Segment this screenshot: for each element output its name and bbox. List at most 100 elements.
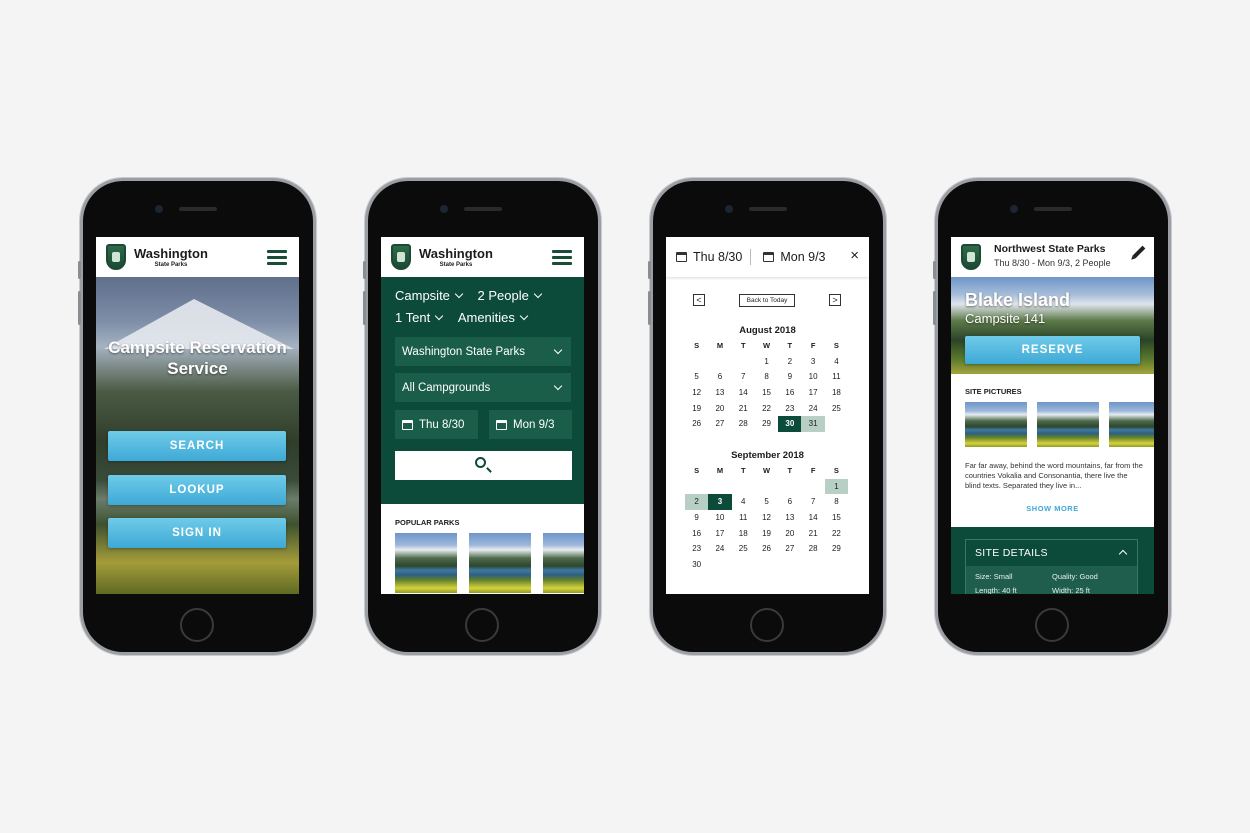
campground-select[interactable]: All Campgrounds xyxy=(395,373,571,402)
site-type-dropdown[interactable]: Campsite xyxy=(395,288,464,303)
site-details-accordion[interactable]: SITE DETAILS Size: Small Quality: Good L… xyxy=(965,539,1138,594)
calendar-day[interactable]: 22 xyxy=(755,400,778,416)
search-submit-button[interactable] xyxy=(395,451,572,480)
calendar-day[interactable]: 21 xyxy=(801,525,824,541)
calendar-day[interactable]: 10 xyxy=(801,369,824,385)
calendar-day[interactable]: 7 xyxy=(732,369,755,385)
calendar-day[interactable]: 16 xyxy=(778,385,801,401)
calendar-day[interactable]: 6 xyxy=(708,369,731,385)
calendar-day[interactable]: 14 xyxy=(801,510,824,526)
calendar-day[interactable]: 8 xyxy=(755,369,778,385)
popular-park-thumbnail[interactable] xyxy=(469,533,531,593)
calendar-day[interactable]: 19 xyxy=(755,525,778,541)
calendar-day[interactable]: 31 xyxy=(801,415,825,432)
brand-title: Washington xyxy=(419,245,493,261)
site-details-title: SITE DETAILS xyxy=(975,547,1048,559)
calendar-day[interactable]: 1 xyxy=(824,478,849,495)
calendar-day[interactable]: 17 xyxy=(801,385,824,401)
calendar-day[interactable]: 3 xyxy=(708,494,732,510)
calendar-day[interactable]: 27 xyxy=(778,541,801,557)
calendar-day[interactable]: 27 xyxy=(708,416,731,432)
calendar-day[interactable]: 3 xyxy=(801,354,824,370)
sign-in-button[interactable]: SIGN IN xyxy=(108,518,286,548)
check-out-field[interactable]: Mon 9/3 xyxy=(489,410,572,439)
calendar-day[interactable]: 5 xyxy=(755,494,778,510)
mute-switch xyxy=(363,261,366,279)
calendar-day[interactable]: 4 xyxy=(825,354,848,370)
calendar-day[interactable]: 18 xyxy=(825,385,848,401)
calendar-empty-cell xyxy=(685,479,708,495)
reserve-button[interactable]: RESERVE xyxy=(965,336,1140,364)
check-in-field[interactable]: Thu 8/30 xyxy=(395,410,478,439)
calendar-day[interactable]: 26 xyxy=(685,416,708,432)
search-button[interactable]: SEARCH xyxy=(108,431,286,461)
people-dropdown[interactable]: 2 People xyxy=(478,288,543,303)
calendar-day[interactable]: 30 xyxy=(778,415,802,432)
check-in-date[interactable]: Thu 8/30 xyxy=(693,250,742,264)
calendar-day[interactable]: 12 xyxy=(755,510,778,526)
lookup-button[interactable]: LOOKUP xyxy=(108,475,286,505)
calendar-day[interactable]: 16 xyxy=(685,525,708,541)
calendar-day[interactable]: 15 xyxy=(755,385,778,401)
back-to-today-button[interactable]: Back to Today xyxy=(739,294,795,307)
calendar-day[interactable]: 14 xyxy=(732,385,755,401)
calendar-day[interactable]: 23 xyxy=(685,541,708,557)
calendar-day[interactable]: 21 xyxy=(732,400,755,416)
calendar-day[interactable]: 2 xyxy=(778,354,801,370)
calendar-day[interactable]: 11 xyxy=(732,510,755,526)
tent-dropdown[interactable]: 1 Tent xyxy=(395,310,444,325)
prev-month-button[interactable]: < xyxy=(693,294,705,306)
calendar-day[interactable]: 13 xyxy=(708,385,731,401)
calendar-day[interactable]: 19 xyxy=(685,400,708,416)
calendar-day[interactable]: 10 xyxy=(708,510,731,526)
calendar-day[interactable]: 24 xyxy=(801,400,824,416)
edit-pencil-icon[interactable] xyxy=(1132,245,1146,259)
calendar-day[interactable]: 25 xyxy=(732,541,755,557)
calendar-day[interactable]: 8 xyxy=(825,494,848,510)
calendar-day[interactable]: 11 xyxy=(825,369,848,385)
amenities-dropdown[interactable]: Amenities xyxy=(458,310,529,325)
calendar-day[interactable]: 1 xyxy=(755,354,778,370)
calendar-day[interactable]: 20 xyxy=(708,400,731,416)
calendar-day[interactable]: 22 xyxy=(825,525,848,541)
volume-up-button xyxy=(363,291,366,325)
calendar-day[interactable]: 2 xyxy=(685,494,709,510)
calendar-day[interactable]: 20 xyxy=(778,525,801,541)
park-select[interactable]: Washington State Parks xyxy=(395,337,571,366)
calendar-day[interactable]: 25 xyxy=(825,400,848,416)
calendar-day[interactable]: 24 xyxy=(708,541,731,557)
site-picture-thumbnail[interactable] xyxy=(1037,402,1099,447)
calendar-day[interactable]: 28 xyxy=(732,416,755,432)
calendar-day[interactable]: 9 xyxy=(778,369,801,385)
calendar-day[interactable]: 13 xyxy=(778,510,801,526)
calendar-day[interactable]: 18 xyxy=(732,525,755,541)
screen-search: Washington State Parks Campsite 2 People… xyxy=(381,237,584,594)
calendar-day[interactable]: 29 xyxy=(825,541,848,557)
hamburger-menu-icon[interactable] xyxy=(267,250,287,265)
show-more-link[interactable]: SHOW MORE xyxy=(951,504,1154,513)
calendar-day[interactable]: 6 xyxy=(778,494,801,510)
calendar-day[interactable]: 15 xyxy=(825,510,848,526)
calendar-day[interactable]: 28 xyxy=(801,541,824,557)
chevron-down-icon xyxy=(553,345,563,355)
calendar-day[interactable]: 9 xyxy=(685,510,708,526)
calendar-day[interactable]: 17 xyxy=(708,525,731,541)
calendar-day[interactable]: 23 xyxy=(778,400,801,416)
hamburger-menu-icon[interactable] xyxy=(552,250,572,265)
calendar-day[interactable]: 4 xyxy=(732,494,755,510)
check-out-date[interactable]: Mon 9/3 xyxy=(780,250,825,264)
calendar-day[interactable]: 12 xyxy=(685,385,708,401)
popular-park-thumbnail[interactable] xyxy=(395,533,457,593)
calendar-day[interactable]: 30 xyxy=(685,557,708,573)
calendar-day[interactable]: 5 xyxy=(685,369,708,385)
close-icon[interactable]: × xyxy=(850,247,859,264)
site-picture-thumbnail[interactable] xyxy=(965,402,1027,447)
brand-subtitle: State Parks xyxy=(439,261,473,268)
next-month-button[interactable]: > xyxy=(829,294,841,306)
calendar-day[interactable]: 26 xyxy=(755,541,778,557)
calendar-day[interactable]: 29 xyxy=(755,416,778,432)
site-picture-thumbnail[interactable] xyxy=(1109,402,1154,447)
front-camera xyxy=(1010,205,1018,213)
popular-park-thumbnail[interactable] xyxy=(543,533,584,593)
calendar-day[interactable]: 7 xyxy=(801,494,824,510)
